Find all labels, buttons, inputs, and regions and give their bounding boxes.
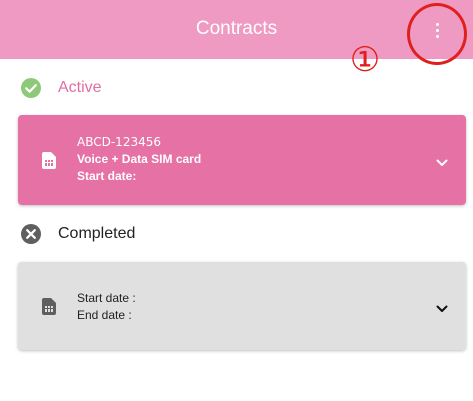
section-completed: Completed bbox=[20, 223, 135, 245]
annotation-circle bbox=[407, 3, 467, 65]
active-contract-card[interactable]: ABCD-123456 Voice + Data SIM card Start … bbox=[18, 115, 466, 205]
contract-plan: Voice + Data SIM card bbox=[77, 152, 202, 166]
completed-end-date: End date : bbox=[77, 308, 132, 322]
chevron-down-icon[interactable] bbox=[436, 305, 448, 313]
chevron-down-icon[interactable] bbox=[436, 159, 448, 167]
contract-number: ABCD-123456 bbox=[77, 135, 161, 149]
sim-card-icon bbox=[42, 298, 56, 315]
completed-contract-card[interactable]: Start date : End date : bbox=[18, 262, 466, 350]
sim-card-icon bbox=[42, 152, 56, 169]
cancel-circle-icon bbox=[21, 224, 41, 244]
section-active: Active bbox=[20, 77, 102, 99]
completed-contract-info: Start date : End date : bbox=[77, 290, 136, 324]
section-completed-label: Completed bbox=[58, 225, 136, 242]
annotation-number: ① bbox=[349, 40, 381, 80]
page-title: Contracts bbox=[195, 18, 278, 39]
check-circle-icon bbox=[21, 78, 41, 98]
contract-start-date: Start date: bbox=[77, 169, 137, 183]
app-bar: Contracts bbox=[0, 0, 473, 59]
completed-start-date: Start date : bbox=[77, 291, 136, 305]
contract-info: ABCD-123456 Voice + Data SIM card Start … bbox=[77, 134, 201, 185]
section-active-label: Active bbox=[58, 79, 102, 96]
